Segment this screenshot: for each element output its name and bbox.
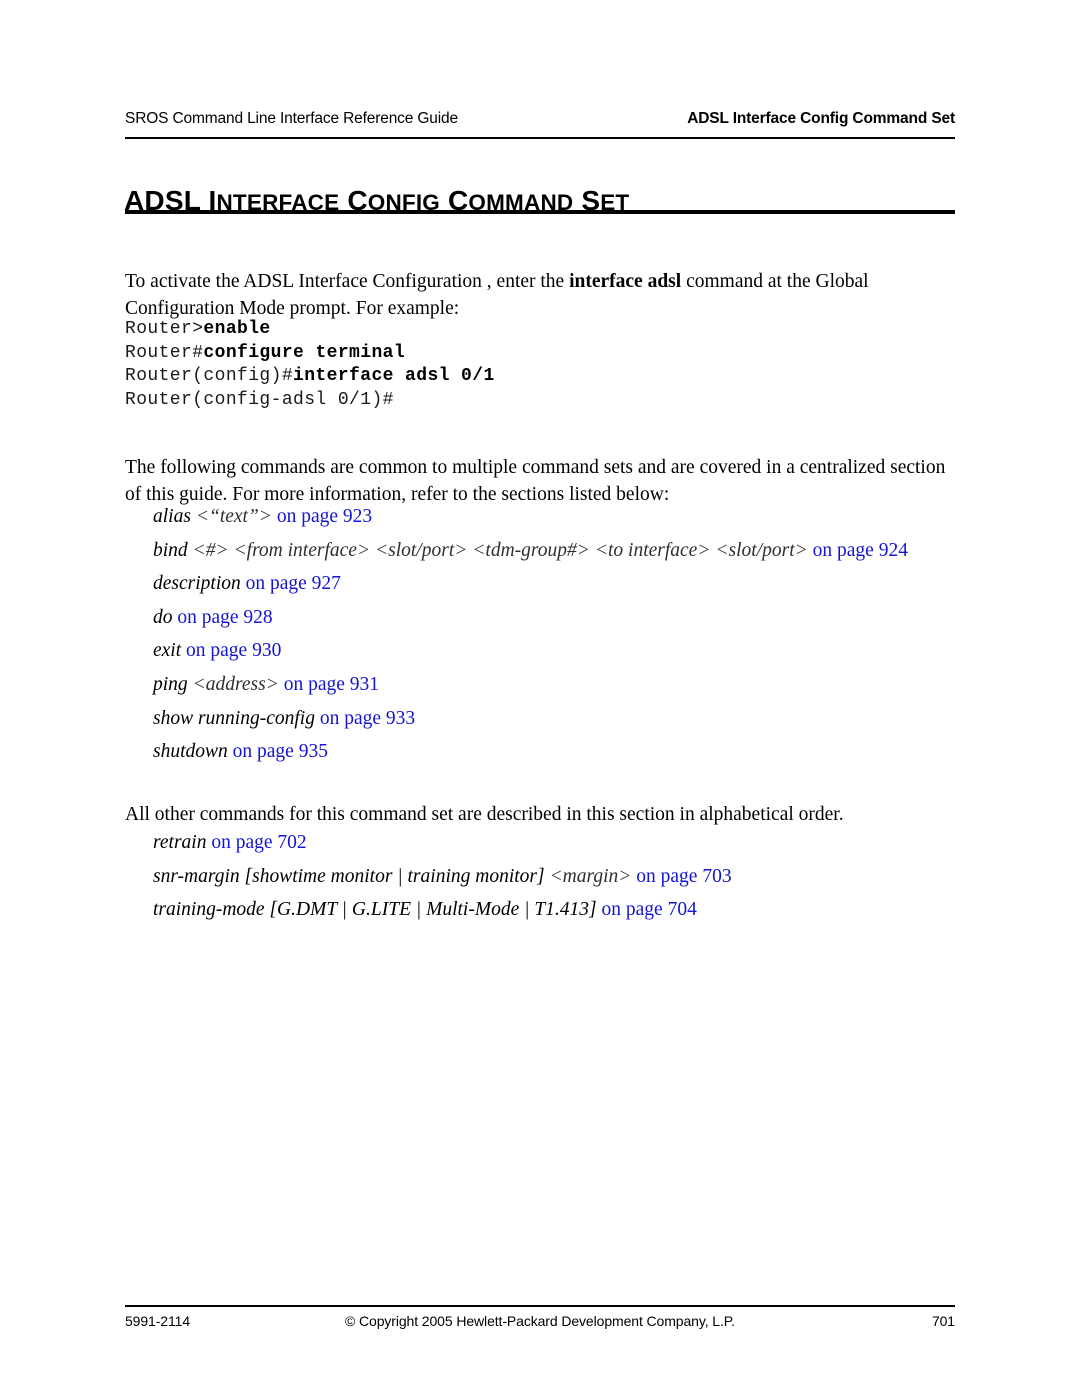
xref-link-item[interactable]: do on page 928 [153,601,953,635]
xref-page-reference[interactable]: on page 702 [206,832,306,853]
xref-page-reference[interactable]: on page 924 [808,540,908,561]
xref-command-parameters: <“text”> [195,506,272,527]
xref-link-item[interactable]: training-mode [G.DMT | G.LITE | Multi-Mo… [153,893,953,927]
xref-command-name: training-mode [G.DMT | G.LITE | Multi-Mo… [153,899,597,921]
other-commands-xref-list: retrain on page 702 snr-margin [showtime … [153,826,953,927]
cli-line: Router#configure terminal [125,342,495,366]
intro-command-emphasis: interface adsl [569,270,682,292]
xref-link-item[interactable]: bind <#> <from interface> <slot/port> <t… [153,534,953,568]
xref-page-reference[interactable]: on page 933 [315,708,415,729]
xref-link-item[interactable]: snr-margin [showtime monitor | training … [153,860,953,894]
xref-command-name: bind [153,539,193,561]
xref-link-item[interactable]: alias <“text”> on page 923 [153,500,953,534]
footer-page-number: 701 [931,1313,955,1329]
title-underline-rule [125,210,955,214]
common-commands-xref-list: alias <“text”> on page 923 bind <#> <from… [153,500,953,769]
cli-line: Router(config)#interface adsl 0/1 [125,365,495,389]
xref-link-item[interactable]: description on page 927 [153,567,953,601]
xref-page-reference[interactable]: on page 927 [241,573,341,594]
xref-command-name: alias [153,506,196,527]
xref-command-parameters: <#> <from interface> <slot/port> <tdm-gr… [192,539,808,561]
xref-page-reference[interactable]: on page 930 [181,640,281,661]
xref-command-parameters: <margin> [549,865,632,887]
xref-link-item[interactable]: shutdown on page 935 [153,735,953,769]
xref-command-name: exit [153,640,182,662]
intro-paragraph: To activate the ADSL Interface Configura… [125,268,955,322]
xref-command-name: ping [153,673,193,695]
cli-command: interface adsl 0/1 [293,366,495,386]
xref-page-reference[interactable]: on page 704 [597,899,697,920]
xref-page-reference[interactable]: on page 931 [279,674,379,695]
intro-text-before: To activate the ADSL Interface Configura… [125,270,570,292]
cli-prompt: Router(config)# [125,366,294,386]
cli-prompt: Router> [125,319,204,339]
header-divider-rule [125,137,955,139]
cli-line: Router>enable [125,318,495,342]
cli-command: enable [203,319,271,339]
document-page: SROS Command Line Interface Reference Gu… [0,0,1080,1397]
xref-page-reference[interactable]: on page 923 [272,506,372,527]
cli-line: Router(config-adsl 0/1)# [125,389,495,413]
cli-command: configure terminal [203,342,406,363]
running-header-guide-title: SROS Command Line Interface Reference Gu… [125,110,458,127]
running-header: SROS Command Line Interface Reference Gu… [125,110,955,128]
cli-prompt: Router# [125,342,204,363]
xref-command-name: retrain [153,832,207,853]
xref-command-parameters: <address> [192,673,279,695]
xref-command-name: shutdown [153,741,228,763]
xref-command-name: show running-config [153,707,315,729]
xref-link-item[interactable]: show running-config on page 933 [153,702,953,736]
running-header-section-name: ADSL Interface Config Command Set [687,110,955,127]
xref-command-name: description [153,573,241,595]
footer-copyright: © Copyright 2005 Hewlett-Packard Develop… [345,1313,735,1329]
xref-link-item[interactable]: exit on page 930 [153,634,953,668]
xref-command-name: do [153,606,173,628]
xref-command-name: snr-margin [showtime monitor | training … [153,865,550,887]
cli-example-block: Router>enable Router#configure terminal Ro… [125,318,495,412]
footer-divider-rule [125,1305,955,1307]
xref-page-reference[interactable]: on page 928 [173,607,272,628]
xref-link-item[interactable]: ping <address> on page 931 [153,668,953,702]
xref-page-reference[interactable]: on page 703 [631,866,731,887]
xref-page-reference[interactable]: on page 935 [228,741,328,762]
xref-link-item[interactable]: retrain on page 702 [153,826,953,860]
cli-prompt: Router(config-adsl 0/1)# [125,389,394,410]
other-commands-paragraph: All other commands for this command set … [125,803,844,825]
